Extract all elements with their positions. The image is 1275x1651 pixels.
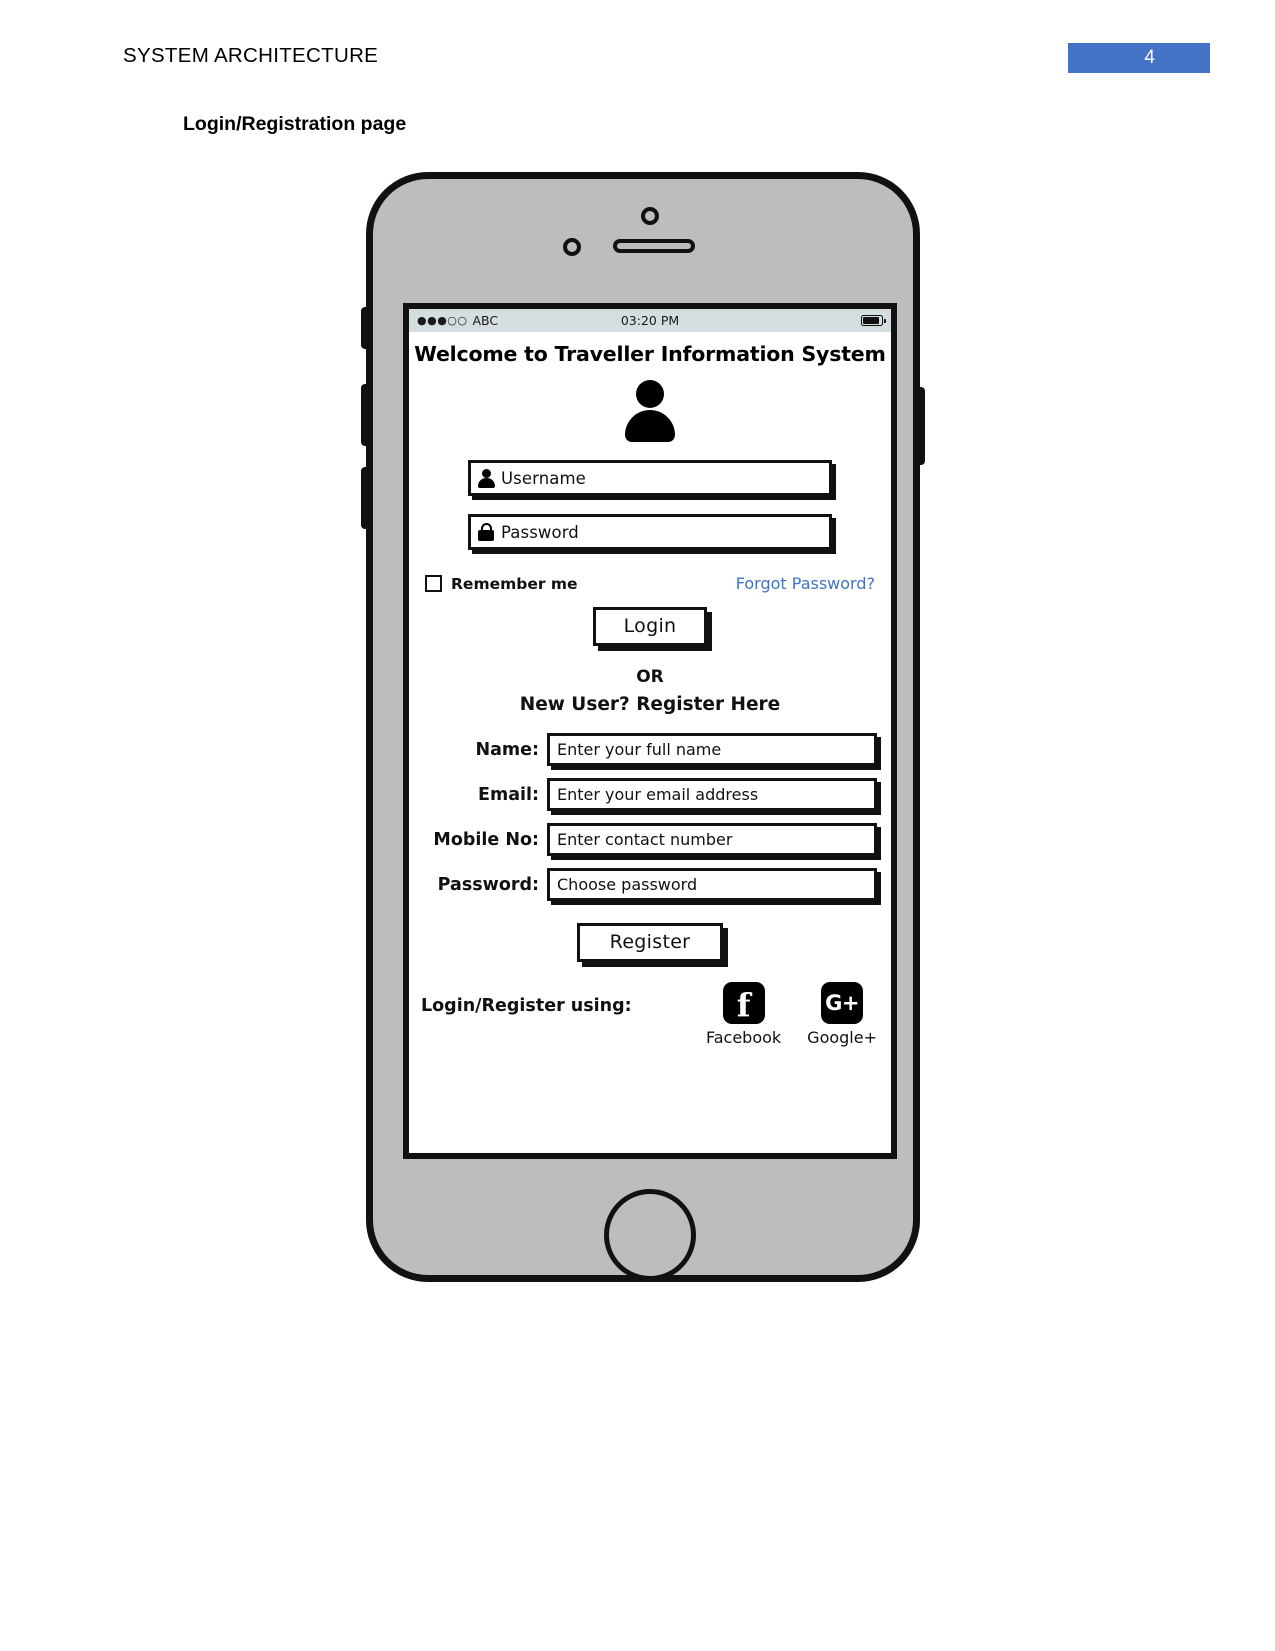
phone-screen: ●●●○○ ABC 03:20 PM Welcome to Traveller … xyxy=(403,303,897,1159)
email-input[interactable]: Enter your email address xyxy=(547,778,877,811)
username-placeholder: Username xyxy=(501,468,586,488)
facebook-login-option[interactable]: f Facebook xyxy=(706,982,781,1047)
mute-switch[interactable] xyxy=(361,307,371,349)
phone-mockup: ●●●○○ ABC 03:20 PM Welcome to Traveller … xyxy=(361,172,925,1282)
password-placeholder: Password xyxy=(501,522,579,542)
status-bar: ●●●○○ ABC 03:20 PM xyxy=(409,309,891,332)
name-placeholder: Enter your full name xyxy=(557,740,722,759)
register-button[interactable]: Register xyxy=(576,923,724,962)
registration-form: Name: Enter your full name Email: Enter … xyxy=(409,733,891,901)
volume-up-button[interactable] xyxy=(361,384,371,446)
mobile-placeholder: Enter contact number xyxy=(557,830,733,849)
front-camera-icon xyxy=(641,207,659,225)
welcome-title: Welcome to Traveller Information System xyxy=(414,342,886,366)
registration-row-email: Email: Enter your email address xyxy=(409,778,891,811)
phone-body: ●●●○○ ABC 03:20 PM Welcome to Traveller … xyxy=(361,172,925,1282)
name-input[interactable]: Enter your full name xyxy=(547,733,877,766)
or-divider-text: OR xyxy=(636,667,664,687)
registration-row-name: Name: Enter your full name xyxy=(409,733,891,766)
social-login-row: Login/Register using: f Facebook G+ Goog… xyxy=(409,982,891,1047)
page-number-badge: 4 xyxy=(1068,43,1210,73)
google-plus-glyph: G+ xyxy=(825,990,859,1015)
document-header-title: SYSTEM ARCHITECTURE xyxy=(123,44,379,67)
status-bar-time: 03:20 PM xyxy=(620,313,680,328)
login-button-container: Login xyxy=(409,607,891,646)
battery-fill xyxy=(863,317,879,324)
register-password-input[interactable]: Choose password xyxy=(547,868,877,901)
section-caption: Login/Registration page xyxy=(183,113,407,135)
email-placeholder: Enter your email address xyxy=(557,785,759,804)
register-button-container: Register xyxy=(409,923,891,962)
user-avatar-icon xyxy=(623,380,677,442)
volume-down-button[interactable] xyxy=(361,467,371,529)
google-plus-login-option[interactable]: G+ Google+ xyxy=(807,982,877,1047)
password-input[interactable]: Password xyxy=(468,514,832,550)
power-button[interactable] xyxy=(915,387,925,465)
person-icon xyxy=(471,469,501,488)
registration-row-password: Password: Choose password xyxy=(409,868,891,901)
username-input[interactable]: Username xyxy=(468,460,832,496)
login-button[interactable]: Login xyxy=(592,607,708,646)
forgot-password-link[interactable]: Forgot Password? xyxy=(736,574,875,593)
google-plus-icon[interactable]: G+ xyxy=(821,982,864,1024)
avatar-body xyxy=(625,410,675,442)
mobile-label: Mobile No: xyxy=(433,829,539,850)
home-button[interactable] xyxy=(604,1189,696,1281)
register-prompt: New User? Register Here xyxy=(519,694,781,715)
facebook-glyph: f xyxy=(736,986,751,1024)
register-password-label: Password: xyxy=(437,874,539,895)
facebook-icon[interactable]: f xyxy=(722,982,765,1024)
avatar-head xyxy=(636,380,664,408)
mobile-input[interactable]: Enter contact number xyxy=(547,823,877,856)
proximity-sensor-icon xyxy=(563,238,581,256)
registration-row-mobile: Mobile No: Enter contact number xyxy=(409,823,891,856)
email-label: Email: xyxy=(478,784,539,805)
google-plus-label: Google+ xyxy=(807,1028,877,1047)
remember-me-checkbox[interactable] xyxy=(425,575,442,592)
avatar-container xyxy=(409,380,891,442)
register-password-placeholder: Choose password xyxy=(557,875,698,894)
remember-forgot-row: Remember me Forgot Password? xyxy=(425,574,875,593)
social-providers: f Facebook G+ Google+ xyxy=(706,982,877,1047)
battery-icon xyxy=(861,315,886,326)
name-label: Name: xyxy=(475,739,539,760)
social-login-label: Login/Register using: xyxy=(421,996,632,1016)
page-number: 4 xyxy=(1144,47,1155,68)
facebook-label: Facebook xyxy=(705,1028,782,1047)
lock-icon xyxy=(471,523,501,541)
screen-content: Welcome to Traveller Information System … xyxy=(409,342,891,1053)
earpiece-speaker xyxy=(613,239,695,253)
status-bar-right xyxy=(861,315,886,326)
remember-me-label: Remember me xyxy=(451,574,578,593)
